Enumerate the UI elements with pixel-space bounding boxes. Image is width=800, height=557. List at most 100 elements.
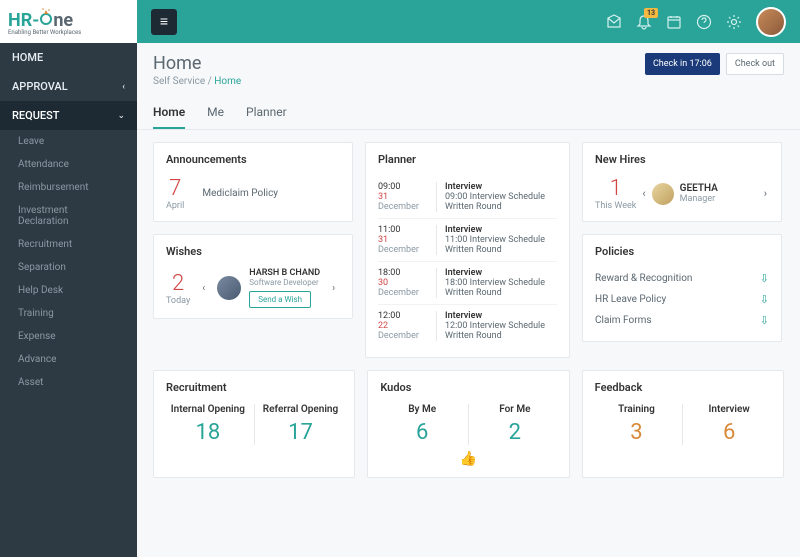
- nav-sub-leave[interactable]: Leave: [0, 130, 137, 153]
- policies-card: Policies Reward & Recognition ⇩ HR Leave …: [582, 234, 782, 342]
- download-icon[interactable]: ⇩: [760, 293, 769, 306]
- planner-item[interactable]: 12:00 22 December Interview 12:00 Interv…: [378, 305, 557, 347]
- feedback-card: Feedback Training 3 Interview 6: [582, 370, 784, 478]
- hire-prev-icon[interactable]: ‹: [640, 185, 647, 202]
- topbar-right: 13: [606, 7, 786, 37]
- thumbs-up-icon[interactable]: 👍: [380, 451, 556, 467]
- tab-home[interactable]: Home: [153, 97, 185, 129]
- stat-feedback-interview[interactable]: Interview 6: [687, 404, 771, 445]
- topbar: ≡ 13: [137, 0, 800, 43]
- planner-time: 12:00 22 December: [378, 311, 426, 341]
- breadcrumb-base[interactable]: Self Service: [153, 76, 205, 87]
- chevron-left-icon: ‹: [122, 82, 125, 92]
- planner-item[interactable]: 11:00 31 December Interview 11:00 Interv…: [378, 219, 557, 262]
- divider: [682, 404, 683, 445]
- bell-icon[interactable]: 13: [636, 14, 652, 30]
- help-icon[interactable]: [696, 14, 712, 30]
- logo-spark-icon: [39, 8, 53, 26]
- stat-kudos-byme[interactable]: By Me 6: [380, 404, 464, 445]
- nav-sub-expense[interactable]: Expense: [0, 325, 137, 348]
- newhires-card: New Hires 1 This Week ‹ GEETHA Manager: [582, 142, 782, 222]
- policy-row: Reward & Recognition ⇩: [595, 268, 769, 289]
- row-2: Recruitment Internal Opening 18 Referral…: [153, 370, 784, 478]
- checkin-button[interactable]: Check in 17:06: [645, 53, 720, 75]
- divider: [254, 404, 255, 445]
- hire-avatar: [652, 183, 674, 205]
- hire-role: Manager: [680, 194, 718, 204]
- main: ≡ 13 Home Self Service / Home Check in 1…: [137, 0, 800, 557]
- breadcrumb: Self Service / Home: [153, 76, 241, 87]
- send-wish-button[interactable]: Send a Wish: [249, 291, 311, 308]
- nav-sub-asset[interactable]: Asset: [0, 371, 137, 394]
- planner-desc: Interview 12:00 Interview Schedule Writt…: [436, 311, 557, 341]
- hire-name: GEETHA: [680, 183, 718, 194]
- wish-role: Software Developer: [249, 278, 320, 287]
- nav-sub-attendance[interactable]: Attendance: [0, 153, 137, 176]
- recruitment-card: Recruitment Internal Opening 18 Referral…: [153, 370, 355, 478]
- wishes-title: Wishes: [166, 245, 340, 258]
- calendar-icon[interactable]: [666, 14, 682, 30]
- logo-area: HR- ne Enabling Better Workplaces: [0, 0, 137, 43]
- nav-sub-reimbursement[interactable]: Reimbursement: [0, 176, 137, 199]
- planner-desc: Interview 18:00 Interview Schedule Writt…: [436, 268, 557, 298]
- nav-sub-advance[interactable]: Advance: [0, 348, 137, 371]
- nav-approval[interactable]: APPROVAL‹: [0, 72, 137, 101]
- nav-sub-training[interactable]: Training: [0, 302, 137, 325]
- announcement-text[interactable]: Mediclaim Policy: [202, 188, 278, 199]
- download-icon[interactable]: ⇩: [760, 272, 769, 285]
- download-icon[interactable]: ⇩: [760, 314, 769, 327]
- policy-label[interactable]: HR Leave Policy: [595, 294, 666, 305]
- wish-prev-icon[interactable]: ‹: [198, 279, 209, 298]
- announcements-card: Announcements 7 April Mediclaim Policy: [153, 142, 353, 222]
- mail-icon[interactable]: [606, 14, 622, 30]
- hamburger-button[interactable]: ≡: [151, 9, 177, 35]
- logo: HR- ne: [8, 8, 81, 31]
- newhires-title: New Hires: [595, 153, 769, 166]
- wishes-card: Wishes 2 Today ‹ HARSH B CHAND Software …: [153, 234, 353, 319]
- logo-part2: ne: [53, 10, 73, 31]
- stat-referral[interactable]: Referral Opening 17: [259, 404, 343, 445]
- stat-internal[interactable]: Internal Opening 18: [166, 404, 250, 445]
- hire-person: GEETHA Manager: [652, 183, 758, 205]
- nav-request[interactable]: REQUEST⌄: [0, 101, 137, 130]
- policy-label[interactable]: Claim Forms: [595, 315, 652, 326]
- newhires-count: 1 This Week: [595, 176, 636, 211]
- wish-next-icon[interactable]: ›: [328, 279, 339, 298]
- planner-item[interactable]: 18:00 30 December Interview 18:00 Interv…: [378, 262, 557, 305]
- nav-home[interactable]: HOME: [0, 43, 137, 72]
- policies-title: Policies: [595, 245, 769, 258]
- wish-name: HARSH B CHAND: [249, 268, 320, 278]
- policy-row: HR Leave Policy ⇩: [595, 289, 769, 310]
- content: Announcements 7 April Mediclaim Policy W…: [137, 130, 800, 557]
- planner-item[interactable]: 09:00 31 December Interview 09:00 Interv…: [378, 176, 557, 219]
- nav-sub-separation[interactable]: Separation: [0, 256, 137, 279]
- breadcrumb-current: Home: [214, 76, 241, 87]
- tab-me[interactable]: Me: [207, 97, 224, 129]
- planner-card: Planner 09:00 31 December Interview 09:0…: [365, 142, 570, 358]
- logo-part1: HR-: [8, 10, 39, 31]
- tabs: Home Me Planner: [137, 97, 800, 130]
- nav-sub-recruitment[interactable]: Recruitment: [0, 233, 137, 256]
- sidebar: HR- ne Enabling Better Workplaces HOME A…: [0, 0, 137, 557]
- nav-sub-helpdesk[interactable]: Help Desk: [0, 279, 137, 302]
- feedback-title: Feedback: [595, 381, 771, 394]
- wish-person: HARSH B CHAND Software Developer Send a …: [217, 268, 320, 308]
- user-avatar[interactable]: [756, 7, 786, 37]
- policy-label[interactable]: Reward & Recognition: [595, 273, 692, 284]
- notification-badge: 13: [644, 8, 658, 18]
- hire-next-icon[interactable]: ›: [762, 185, 769, 202]
- checkout-button[interactable]: Check out: [726, 53, 784, 75]
- planner-desc: Interview 09:00 Interview Schedule Writt…: [436, 182, 557, 212]
- planner-title: Planner: [378, 153, 557, 166]
- gear-icon[interactable]: [726, 14, 742, 30]
- stat-kudos-forme[interactable]: For Me 2: [473, 404, 557, 445]
- page-header: Home Self Service / Home Check in 17:06 …: [137, 43, 800, 97]
- wish-avatar: [217, 276, 241, 300]
- stat-feedback-training[interactable]: Training 3: [595, 404, 679, 445]
- tab-planner[interactable]: Planner: [246, 97, 287, 129]
- nav-sub-investment-declaration[interactable]: Investment Declaration: [0, 199, 137, 233]
- logo-tagline: Enabling Better Workplaces: [8, 29, 81, 36]
- chevron-down-icon: ⌄: [117, 111, 125, 121]
- divider: [468, 404, 469, 445]
- header-buttons: Check in 17:06 Check out: [645, 53, 784, 75]
